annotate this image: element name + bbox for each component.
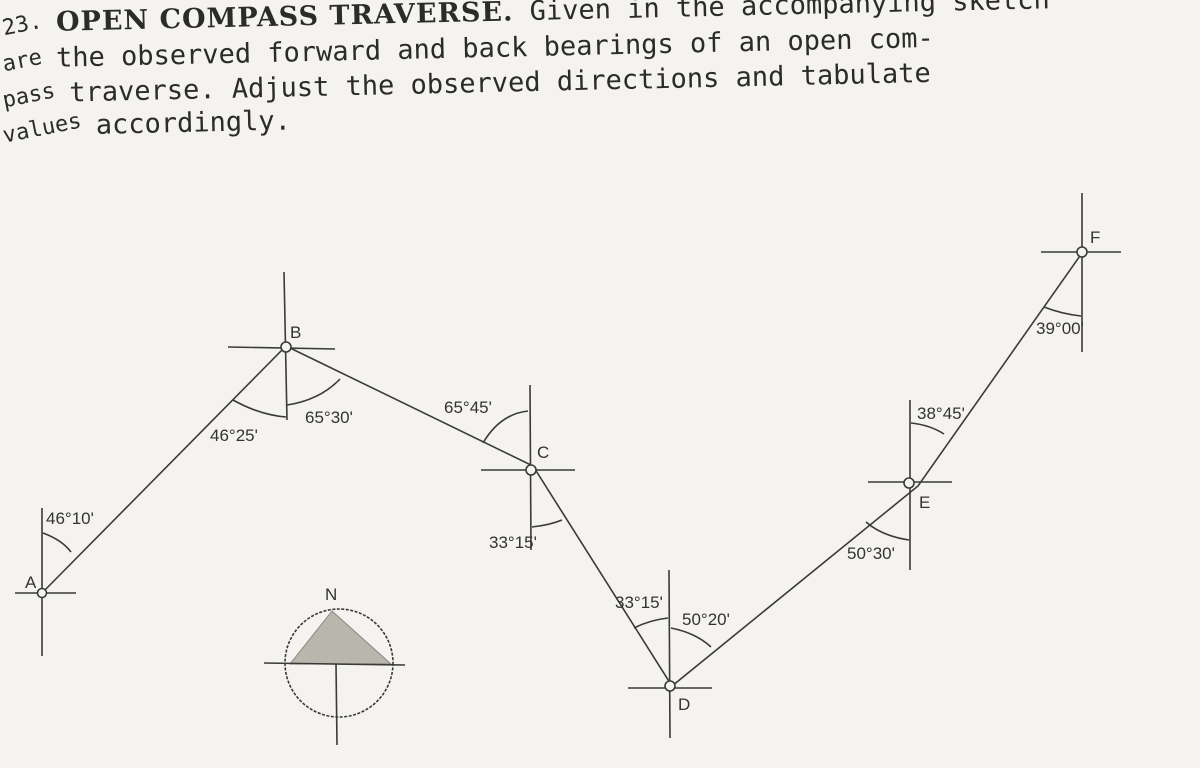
bearing-label-B-A: 46°25'	[210, 426, 258, 445]
bearing-label-F-E: 39°00'	[1036, 319, 1084, 338]
station-label-A: A	[25, 573, 37, 592]
station-label-D: D	[678, 695, 690, 714]
station-label-E: E	[919, 493, 930, 512]
bearing-label-C-B: 65°45'	[444, 398, 492, 417]
bearing-label-A-B: 46°10'	[46, 509, 94, 528]
north-arrow: N	[263, 585, 406, 746]
station-B: B 46°25' 65°30'	[210, 271, 353, 445]
bearing-label-D-E: 50°20'	[682, 610, 730, 629]
traverse-sketch: A 46°10' B 46°25' 65°30' C 65°45' 33°15'…	[15, 193, 1121, 746]
bearing-label-E-F: 38°45'	[917, 404, 965, 423]
north-arrow-label: N	[325, 585, 337, 604]
station-label-C: C	[537, 443, 549, 462]
bearing-label-B-C: 65°30'	[305, 408, 353, 427]
bearing-label-E-D: 50°30'	[847, 544, 895, 563]
bearing-label-C-D: 33°15'	[489, 533, 537, 552]
north-arrow-pointer-icon	[288, 610, 393, 665]
station-E: E 38°45' 50°30'	[847, 400, 965, 570]
bearing-label-D-C: 33°15'	[615, 593, 663, 612]
station-label-F: F	[1090, 228, 1100, 247]
station-F: F 39°00'	[1036, 193, 1121, 352]
station-label-B: B	[290, 323, 301, 342]
station-D: D 33°15' 50°20'	[615, 569, 730, 739]
station-C: C 65°45' 33°15'	[444, 384, 575, 552]
station-A: A 46°10'	[15, 508, 94, 656]
